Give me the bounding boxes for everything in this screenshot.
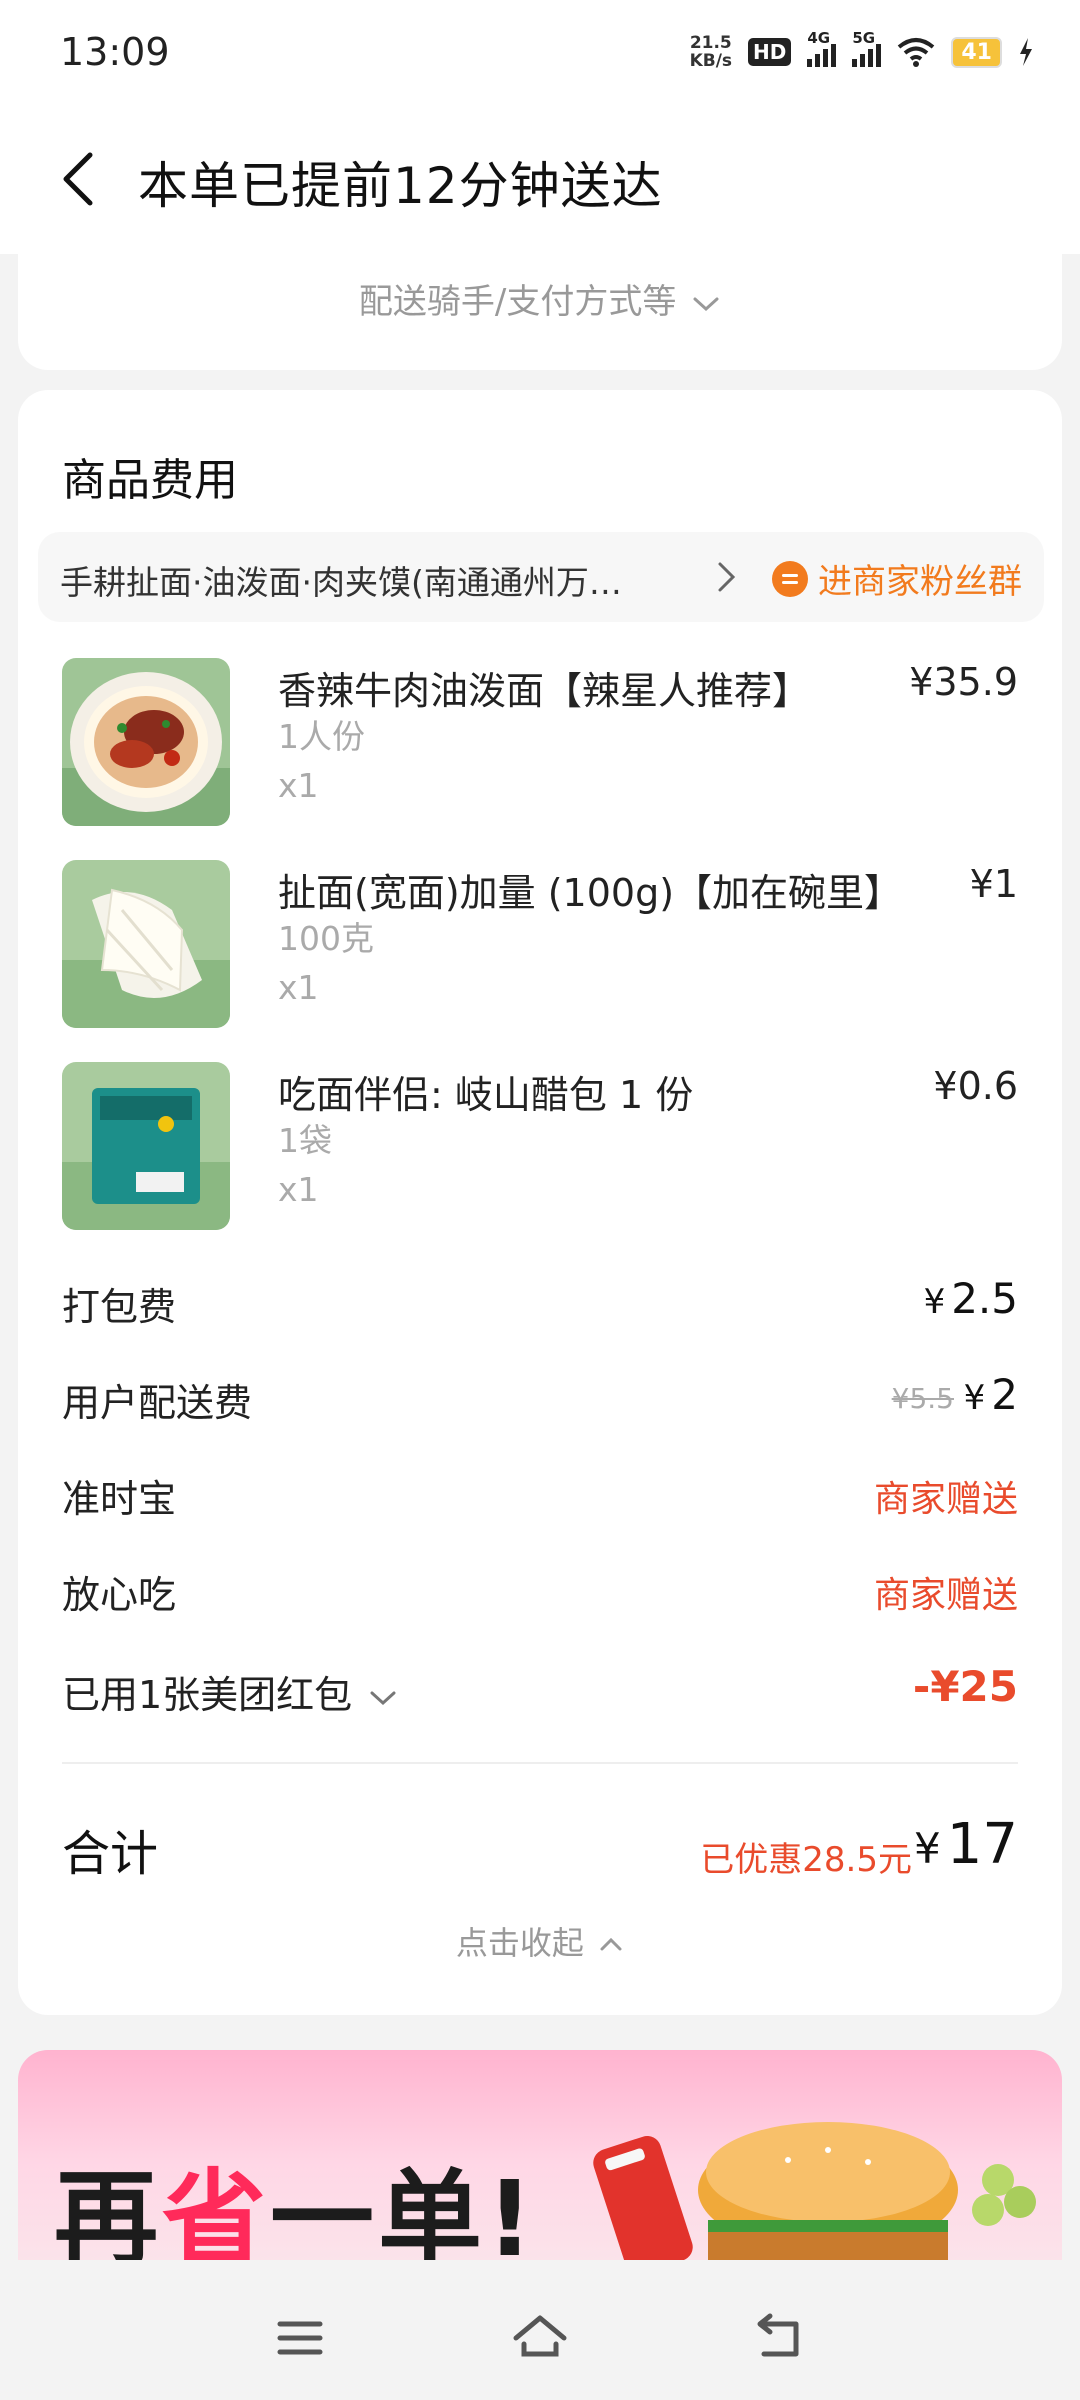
order-item[interactable]: 扯面(宽面)加量 (100g)【加在碗里】 100克 x1 ¥1 <box>62 860 1018 1030</box>
signal-4g-label: 4G <box>807 29 831 47</box>
item-image-beef-noodle <box>62 658 230 826</box>
goods-fee-card: 商品费用 手耕扯面·油泼面·肉夹馍(南通通州万… 进商家粉丝群 香辣牛肉油泼面【… <box>18 390 1062 2015</box>
hd-icon: HD <box>748 38 792 66</box>
ontime-guarantee-label: 准时宝 <box>62 1477 177 1521</box>
signal-5g-label: 5G <box>852 29 876 47</box>
back-nav-icon[interactable] <box>750 2308 810 2368</box>
safe-eat-value: 商家赠送 <box>873 1575 1018 1616</box>
delivery-info-toggle[interactable]: 配送骑手/支付方式等 <box>18 274 1062 323</box>
net-speed: 21.5 KB/s <box>690 34 732 70</box>
delivery-fee-row: 用户配送费 ¥5.5 ¥2 <box>62 1366 1018 1426</box>
chevron-down-icon <box>370 1691 396 1705</box>
item-price: ¥0.6 <box>933 1064 1018 1108</box>
promo-food-image <box>593 2122 1036 2260</box>
item-name: 香辣牛肉油泼面【辣星人推荐】 <box>278 669 811 713</box>
safe-eat-row: 放心吃 商家赠送 <box>62 1558 1018 1618</box>
total-amount: 17 <box>946 1812 1018 1877</box>
wifi-icon <box>898 38 935 67</box>
collapse-toggle[interactable]: 点击收起 <box>18 1918 1062 1964</box>
order-item[interactable]: 吃面伴侣: 岐山醋包 1 份 1袋 x1 ¥0.6 <box>62 1062 1018 1232</box>
currency-symbol: ¥ <box>914 1824 941 1873</box>
divider <box>62 1762 1018 1764</box>
packing-fee-row: 打包费 ¥2.5 <box>62 1270 1018 1330</box>
total-saved: 已优惠28.5元 <box>700 1840 912 1880</box>
signal-4g-icon: 4G <box>807 29 837 67</box>
delivery-fee-amount: 2 <box>991 1370 1018 1419</box>
currency-symbol: ¥ <box>923 1282 946 1322</box>
item-price: ¥1 <box>969 862 1018 906</box>
item-spec: 1人份 <box>278 717 365 756</box>
promo-banner-text: 再省一单! <box>54 2134 537 2260</box>
ontime-guarantee-row: 准时宝 商家赠送 <box>62 1462 1018 1522</box>
net-speed-value: 21.5 <box>689 33 732 53</box>
promo-banner[interactable]: 再省一单! <box>18 2050 1062 2260</box>
battery-icon: 41 <box>951 36 1002 68</box>
item-image-wide-noodle <box>62 860 230 1028</box>
item-name: 扯面(宽面)加量 (100g)【加在碗里】 <box>278 871 903 915</box>
item-price: ¥35.9 <box>909 660 1018 704</box>
packing-fee-label: 打包费 <box>62 1285 177 1329</box>
page-title: 本单已提前12分钟送达 <box>138 157 663 215</box>
chevron-right-icon <box>718 562 736 592</box>
coupon-value: -¥25 <box>912 1662 1018 1711</box>
item-spec: 1袋 <box>278 1121 332 1160</box>
collapse-label: 点击收起 <box>455 1924 584 1962</box>
delivery-fee-original: ¥5.5 <box>891 1382 954 1415</box>
section-title: 商品费用 <box>62 455 238 506</box>
chevron-up-icon <box>600 1937 622 1951</box>
fan-group-label: 进商家粉丝群 <box>818 562 1022 602</box>
system-nav-bar <box>0 2274 1080 2400</box>
currency-symbol: ¥ <box>963 1378 986 1418</box>
total-label: 合计 <box>62 1826 159 1882</box>
chat-bubble-icon <box>772 560 808 597</box>
signal-5g-icon: 5G <box>852 29 882 67</box>
delivery-info-toggle-label: 配送骑手/支付方式等 <box>358 282 677 322</box>
store-bar[interactable]: 手耕扯面·油泼面·肉夹馍(南通通州万… 进商家粉丝群 <box>38 532 1044 622</box>
charging-bolt-icon <box>1020 38 1032 66</box>
item-qty: x1 <box>278 766 319 805</box>
net-speed-unit: KB/s <box>689 51 733 71</box>
promo-text-b: 省 <box>162 2158 271 2260</box>
safe-eat-label: 放心吃 <box>62 1573 177 1617</box>
chevron-down-icon <box>693 297 719 311</box>
status-icons: 21.5 KB/s HD 4G 5G 41 <box>690 29 1034 74</box>
fan-group-link[interactable]: 进商家粉丝群 <box>772 554 1022 603</box>
menu-icon[interactable] <box>270 2308 330 2368</box>
ontime-guarantee-value: 商家赠送 <box>873 1479 1018 1520</box>
packing-fee-value: ¥2.5 <box>924 1274 1018 1323</box>
promo-text-c: 一单! <box>270 2158 538 2260</box>
coupon-label-wrap[interactable]: 已用1张美团红包 <box>62 1664 398 1719</box>
item-qty: x1 <box>278 1170 319 1209</box>
item-spec: 100克 <box>278 919 374 958</box>
total-value: ¥17 <box>914 1812 1018 1877</box>
status-bar: 13:09 21.5 KB/s HD 4G 5G 41 <box>0 0 1080 104</box>
delivery-fee-label: 用户配送费 <box>62 1381 253 1425</box>
item-qty: x1 <box>278 968 319 1007</box>
packing-fee-amount: 2.5 <box>951 1274 1018 1323</box>
back-button[interactable] <box>58 144 108 214</box>
coupon-row[interactable]: 已用1张美团红包 -¥25 <box>62 1658 1018 1718</box>
page-header: 本单已提前12分钟送达 <box>0 104 1080 254</box>
order-item[interactable]: 香辣牛肉油泼面【辣星人推荐】 1人份 x1 ¥35.9 <box>62 658 1018 828</box>
store-name[interactable]: 手耕扯面·油泼面·肉夹馍(南通通州万… <box>60 556 700 604</box>
back-arrow-icon <box>63 152 93 206</box>
item-name: 吃面伴侣: 岐山醋包 1 份 <box>278 1073 694 1117</box>
delivery-info-card: 配送骑手/支付方式等 <box>18 250 1062 370</box>
delivery-fee-value: ¥2 <box>964 1370 1018 1419</box>
home-icon[interactable] <box>510 2308 570 2368</box>
promo-text-a: 再 <box>54 2158 163 2260</box>
status-time: 13:09 <box>60 30 170 74</box>
coupon-label: 已用1张美团红包 <box>62 1673 353 1717</box>
item-image-vinegar-packet <box>62 1062 230 1230</box>
